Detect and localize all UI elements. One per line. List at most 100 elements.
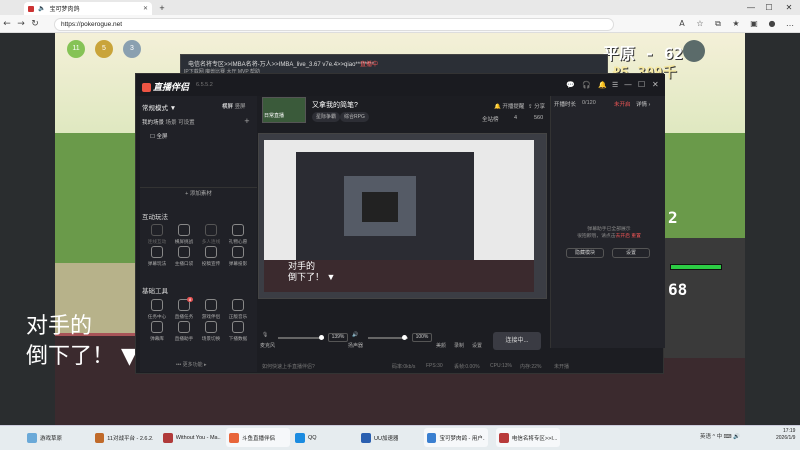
dialog-line-1: 对手的 xyxy=(26,314,93,339)
tools-item-icon xyxy=(178,321,190,333)
tag-category-2[interactable]: 综合RPG xyxy=(340,112,369,122)
chat-detail-button[interactable]: 详情 › xyxy=(636,100,650,108)
app-chat-icon[interactable]: 💬 xyxy=(566,81,575,89)
speaker-volume[interactable]: 100% xyxy=(412,333,432,342)
app-close-icon[interactable]: ✕ xyxy=(652,80,659,89)
tools-item[interactable]: 下播数据 xyxy=(225,321,251,342)
game-settings-icon[interactable] xyxy=(683,40,705,62)
tools-item[interactable]: 场景切换 xyxy=(198,321,224,342)
taskbar-item[interactable]: 电信名将专区>>I... xyxy=(496,428,560,447)
hp-bar xyxy=(670,264,722,270)
favorite-star-icon[interactable]: ☆ xyxy=(694,18,706,30)
tools-item-icon xyxy=(205,299,217,311)
url-input[interactable]: https://pokerogue.net xyxy=(54,18,614,31)
interact-item[interactable]: 横屏挑战 xyxy=(171,224,197,245)
interact-item[interactable]: 多人连线 xyxy=(198,224,224,245)
favorites-icon[interactable]: ★ xyxy=(730,18,742,30)
taskbar-item[interactable]: UU加速器 xyxy=(358,428,422,447)
interact-item[interactable]: 弹幕投影 xyxy=(225,246,251,267)
app-maximize-icon[interactable]: ☐ xyxy=(638,80,645,89)
refresh-icon[interactable]: ↻ xyxy=(28,17,42,31)
mode-selector[interactable]: 常规模式 ▼ xyxy=(142,102,176,112)
speaker-icon[interactable]: 🔈 xyxy=(38,5,45,12)
interact-item-icon xyxy=(151,246,163,258)
record-button[interactable]: 录制 xyxy=(454,342,464,349)
speaker-icon[interactable]: 🔊 xyxy=(352,332,358,338)
help-link[interactable]: 如何快速上手直播伴侣? xyxy=(262,363,315,370)
window-close-button[interactable]: ✕ xyxy=(782,2,796,13)
stream-cover-thumbnail[interactable] xyxy=(262,97,306,123)
tools-item[interactable]: 游戏伴侣 xyxy=(198,299,224,320)
rank-button[interactable]: 全站榜 xyxy=(482,115,499,123)
add-source-button[interactable]: + 添加素材 xyxy=(140,187,257,199)
mic-volume[interactable]: 139% xyxy=(328,333,348,342)
system-tray[interactable]: 英语 ^ 中 ⌨ 🔊 xyxy=(700,432,740,440)
chat-reset-link[interactable]: 重置 xyxy=(631,234,641,239)
notice-button[interactable]: 🔔 开播提醒 xyxy=(494,102,524,110)
app-headset-icon[interactable]: 🎧 xyxy=(582,81,591,89)
tools-item-label: 弹幕库 xyxy=(150,336,164,341)
new-tab-button[interactable]: + xyxy=(156,2,168,14)
tools-item-label: 正版音乐 xyxy=(228,314,248,319)
interact-item[interactable]: 弹幕玩法 xyxy=(144,246,170,267)
party-slot-icon[interactable]: 11 xyxy=(67,40,85,58)
tools-item[interactable]: 直播助手 xyxy=(171,321,197,342)
tools-item[interactable]: 正版音乐 xyxy=(225,299,251,320)
chat-message: 弹幕助手已全部展示 很抱歉哦，请点击去开启 重置 xyxy=(577,227,641,239)
taskbar-item[interactable]: Without You - Ma... xyxy=(160,428,224,447)
share-button[interactable]: ⇪ 分享 xyxy=(528,102,545,110)
browser-tab[interactable]: 🔈 宝可梦肉鸽 ✕ xyxy=(24,2,152,15)
taskbar-item[interactable]: QQ xyxy=(292,428,356,447)
logo-icon xyxy=(142,83,151,93)
tag-category-1[interactable]: 星际争霸 xyxy=(312,112,341,122)
tools-item[interactable]: 任务中心 xyxy=(144,299,170,320)
app-logo: 直播伴侣 xyxy=(142,80,189,93)
taskbar-item-label: 游戏草原 xyxy=(40,435,63,442)
menu-icon[interactable]: … xyxy=(784,18,796,30)
interact-item[interactable]: 投稿宣传 xyxy=(198,246,224,267)
tools-item[interactable]: 直播任务 8 xyxy=(171,297,197,320)
speaker-slider-knob[interactable] xyxy=(402,335,407,340)
party-slot-icon[interactable]: 3 xyxy=(122,40,141,58)
room-title: 电信名将专区>>IMBA名将-万人>>IMBA_live_3.67 v7e.4>… xyxy=(188,62,375,68)
taskbar-item[interactable]: 斗鱼直播伴侣 xyxy=(226,428,290,447)
mic-slider-knob[interactable] xyxy=(319,335,324,340)
read-aloud-icon[interactable]: A xyxy=(676,18,688,30)
app-minimize-icon[interactable]: — xyxy=(624,80,632,89)
more-functions-button[interactable]: ••• 更多功能 ▸ xyxy=(176,361,207,368)
app-bell-icon[interactable]: 🔔 xyxy=(598,81,607,89)
orientation-toggle[interactable]: 横屏 竖屏 xyxy=(222,102,246,110)
interact-item[interactable]: 连线互动 xyxy=(144,224,170,245)
collections-icon[interactable]: ▣ xyxy=(748,18,760,30)
system-clock[interactable]: 17:19 2026/1/9 xyxy=(776,428,795,442)
chat-enable-link[interactable]: 去开启 xyxy=(616,234,630,239)
mic-slider[interactable] xyxy=(278,337,324,339)
speaker-label: 扬声器 xyxy=(348,343,364,349)
tools-item[interactable]: 弹幕库 xyxy=(144,321,170,342)
party-slot-icon[interactable]: 5 xyxy=(94,40,113,58)
tab-close-icon[interactable]: ✕ xyxy=(143,5,148,12)
back-icon[interactable]: ← xyxy=(0,17,14,31)
scene-item-fullscreen[interactable]: ☐ 全屏 xyxy=(150,132,167,140)
add-scene-icon[interactable]: + xyxy=(244,117,250,125)
interact-item[interactable]: 主播口袋 xyxy=(171,246,197,267)
window-minimize-button[interactable]: — xyxy=(744,2,758,13)
mic-icon[interactable]: 🎙 xyxy=(262,332,268,338)
beauty-button[interactable]: 美颜 xyxy=(436,342,446,349)
profile-icon[interactable]: ● xyxy=(766,18,778,30)
interact-item[interactable]: 礼物心愿 xyxy=(225,224,251,245)
app-menu-icon[interactable]: ☰ xyxy=(612,81,618,89)
settings-button[interactable]: 设置 xyxy=(472,342,482,349)
scene-row[interactable]: 我的场景 场景 可设置 xyxy=(142,118,195,126)
window-maximize-button[interactable]: ☐ xyxy=(762,2,776,13)
interact-item-label: 主播口袋 xyxy=(174,261,194,266)
taskbar-item[interactable]: 11对战平台 - 2.6.2... xyxy=(92,428,156,447)
hide-module-button[interactable]: 隐藏模块 xyxy=(566,248,604,258)
chat-settings-button[interactable]: 设置 xyxy=(612,248,650,258)
split-screen-icon[interactable]: ⧉ xyxy=(712,18,724,30)
stream-title[interactable]: 又拿我的简笔? xyxy=(312,100,358,110)
forward-icon[interactable]: → xyxy=(14,17,28,31)
start-live-button[interactable]: 连接中... xyxy=(493,332,541,350)
taskbar-item[interactable]: 宝可梦肉鸽 - 用户... xyxy=(424,428,488,447)
taskbar-item[interactable]: 游戏草原 xyxy=(24,428,88,447)
